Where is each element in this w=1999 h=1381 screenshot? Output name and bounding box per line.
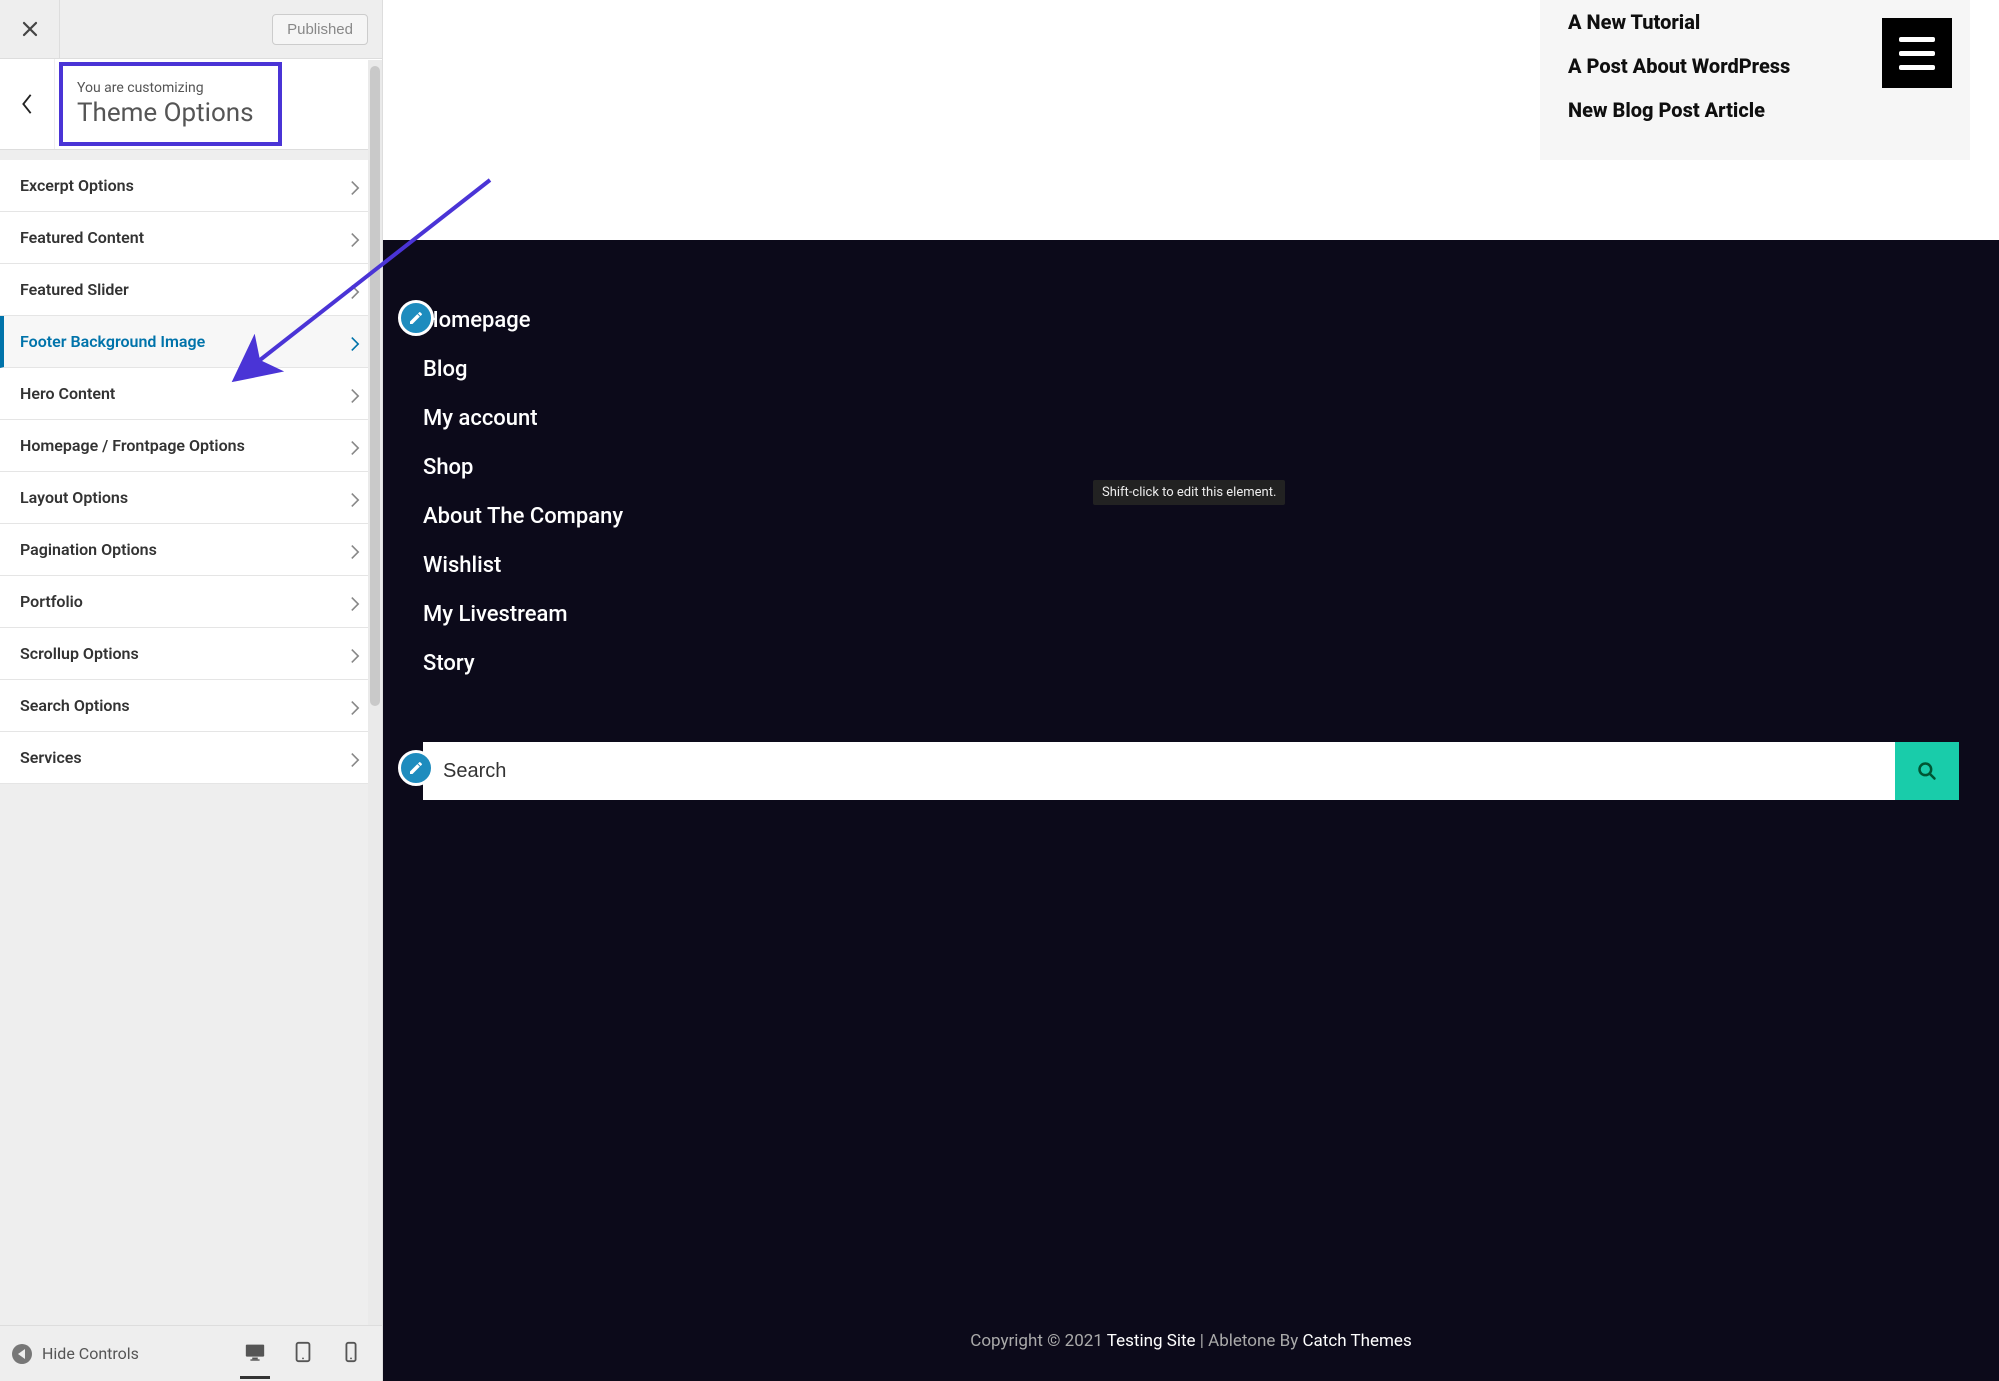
option-item-services[interactable]: Services	[0, 732, 382, 784]
chevron-right-icon	[350, 596, 362, 608]
device-preview-buttons	[244, 1341, 370, 1367]
option-label: Pagination Options	[20, 540, 157, 559]
sidebar-topbar: Published	[0, 0, 382, 59]
option-label: Footer Background Image	[20, 332, 205, 351]
pencil-icon	[408, 760, 424, 776]
close-customizer-button[interactable]	[0, 0, 60, 59]
copyright-theme-link[interactable]: Catch Themes	[1302, 1331, 1411, 1351]
tablet-icon	[292, 1341, 314, 1363]
footer-nav-link[interactable]: Shop	[423, 443, 623, 492]
option-item-featured-content[interactable]: Featured Content	[0, 212, 382, 264]
option-item-excerpt-options[interactable]: Excerpt Options	[0, 160, 382, 212]
option-item-scrollup-options[interactable]: Scrollup Options	[0, 628, 382, 680]
menu-toggle-button[interactable]	[1882, 18, 1952, 88]
chevron-right-icon	[350, 180, 362, 192]
desktop-preview-button[interactable]	[244, 1341, 266, 1367]
mobile-icon	[340, 1341, 362, 1363]
preview-pane: A New TutorialA Post About WordPressNew …	[383, 0, 1999, 1381]
copyright-prefix: Copyright © 2021	[970, 1331, 1107, 1351]
published-button[interactable]: Published	[272, 14, 368, 45]
section-title: Theme Options	[77, 98, 264, 128]
footer-nav-link[interactable]: Homepage	[423, 296, 623, 345]
option-item-pagination-options[interactable]: Pagination Options	[0, 524, 382, 576]
footer-nav-menu: HomepageBlogMy accountShopAbout The Comp…	[423, 296, 623, 688]
chevron-right-icon	[350, 232, 362, 244]
pencil-icon	[408, 310, 424, 326]
search-submit-button[interactable]	[1895, 742, 1959, 800]
copyright-line: Copyright © 2021 Testing Site | Abletone…	[383, 1331, 1999, 1351]
copyright-mid: | Abletone By	[1196, 1331, 1303, 1351]
footer-search	[423, 742, 1959, 800]
publish-status-wrap: Published	[60, 14, 382, 45]
section-title-box: You are customizing Theme Options	[59, 62, 282, 146]
chevron-right-icon	[350, 752, 362, 764]
tablet-preview-button[interactable]	[292, 1341, 314, 1367]
section-header: You are customizing Theme Options	[0, 59, 382, 150]
footer-nav-link[interactable]: About The Company	[423, 492, 623, 541]
option-item-search-options[interactable]: Search Options	[0, 680, 382, 732]
edit-shortcut-nav[interactable]	[398, 300, 434, 336]
copyright-site-link[interactable]: Testing Site	[1107, 1331, 1196, 1351]
footer-nav-link[interactable]: My Livestream	[423, 590, 623, 639]
chevron-right-icon	[350, 544, 362, 556]
search-input[interactable]	[423, 742, 1895, 800]
option-label: Portfolio	[20, 592, 83, 611]
option-label: Hero Content	[20, 384, 115, 403]
footer-nav-link[interactable]: Wishlist	[423, 541, 623, 590]
chevron-right-icon	[350, 336, 362, 348]
option-item-layout-options[interactable]: Layout Options	[0, 472, 382, 524]
footer-nav-link[interactable]: My account	[423, 394, 623, 443]
option-label: Homepage / Frontpage Options	[20, 436, 245, 455]
option-item-homepage-frontpage-options[interactable]: Homepage / Frontpage Options	[0, 420, 382, 472]
mobile-preview-button[interactable]	[340, 1341, 362, 1367]
hamburger-icon	[1899, 37, 1935, 70]
search-icon	[1917, 761, 1937, 781]
option-item-footer-background-image[interactable]: Footer Background Image	[0, 316, 382, 368]
chevron-right-icon	[350, 700, 362, 712]
option-item-featured-slider[interactable]: Featured Slider	[0, 264, 382, 316]
hide-controls-label: Hide Controls	[42, 1344, 139, 1363]
back-button[interactable]	[0, 59, 55, 149]
customizer-sidebar: Published You are customizing Theme Opti…	[0, 0, 383, 1381]
collapse-left-icon	[12, 1344, 32, 1364]
recent-post-link[interactable]: New Blog Post Article	[1568, 88, 1942, 132]
chevron-left-icon	[20, 93, 34, 115]
options-list: Excerpt Options Featured Content Featured …	[0, 150, 382, 1325]
chevron-right-icon	[350, 388, 362, 400]
close-icon	[21, 20, 39, 38]
sidebar-footer: Hide Controls	[0, 1325, 382, 1381]
option-label: Featured Content	[20, 228, 144, 247]
footer-nav-link[interactable]: Story	[423, 639, 623, 688]
option-label: Layout Options	[20, 488, 128, 507]
section-subtitle: You are customizing	[77, 80, 264, 96]
footer-area: HomepageBlogMy accountShopAbout The Comp…	[383, 240, 1999, 1381]
chevron-right-icon	[350, 284, 362, 296]
footer-nav-link[interactable]: Blog	[423, 345, 623, 394]
option-label: Search Options	[20, 696, 130, 715]
hide-controls-button[interactable]: Hide Controls	[12, 1344, 139, 1364]
option-label: Excerpt Options	[20, 176, 134, 195]
option-label: Featured Slider	[20, 280, 129, 299]
option-item-hero-content[interactable]: Hero Content	[0, 368, 382, 420]
chevron-right-icon	[350, 648, 362, 660]
edit-shortcut-search[interactable]	[398, 750, 434, 786]
sidebar-scrollbar[interactable]	[368, 60, 382, 1325]
option-item-portfolio[interactable]: Portfolio	[0, 576, 382, 628]
edit-tooltip: Shift-click to edit this element.	[1093, 480, 1285, 505]
desktop-icon	[244, 1341, 266, 1363]
scrollbar-thumb[interactable]	[370, 66, 380, 706]
chevron-right-icon	[350, 440, 362, 452]
option-label: Scrollup Options	[20, 644, 139, 663]
option-label: Services	[20, 748, 82, 767]
chevron-right-icon	[350, 492, 362, 504]
